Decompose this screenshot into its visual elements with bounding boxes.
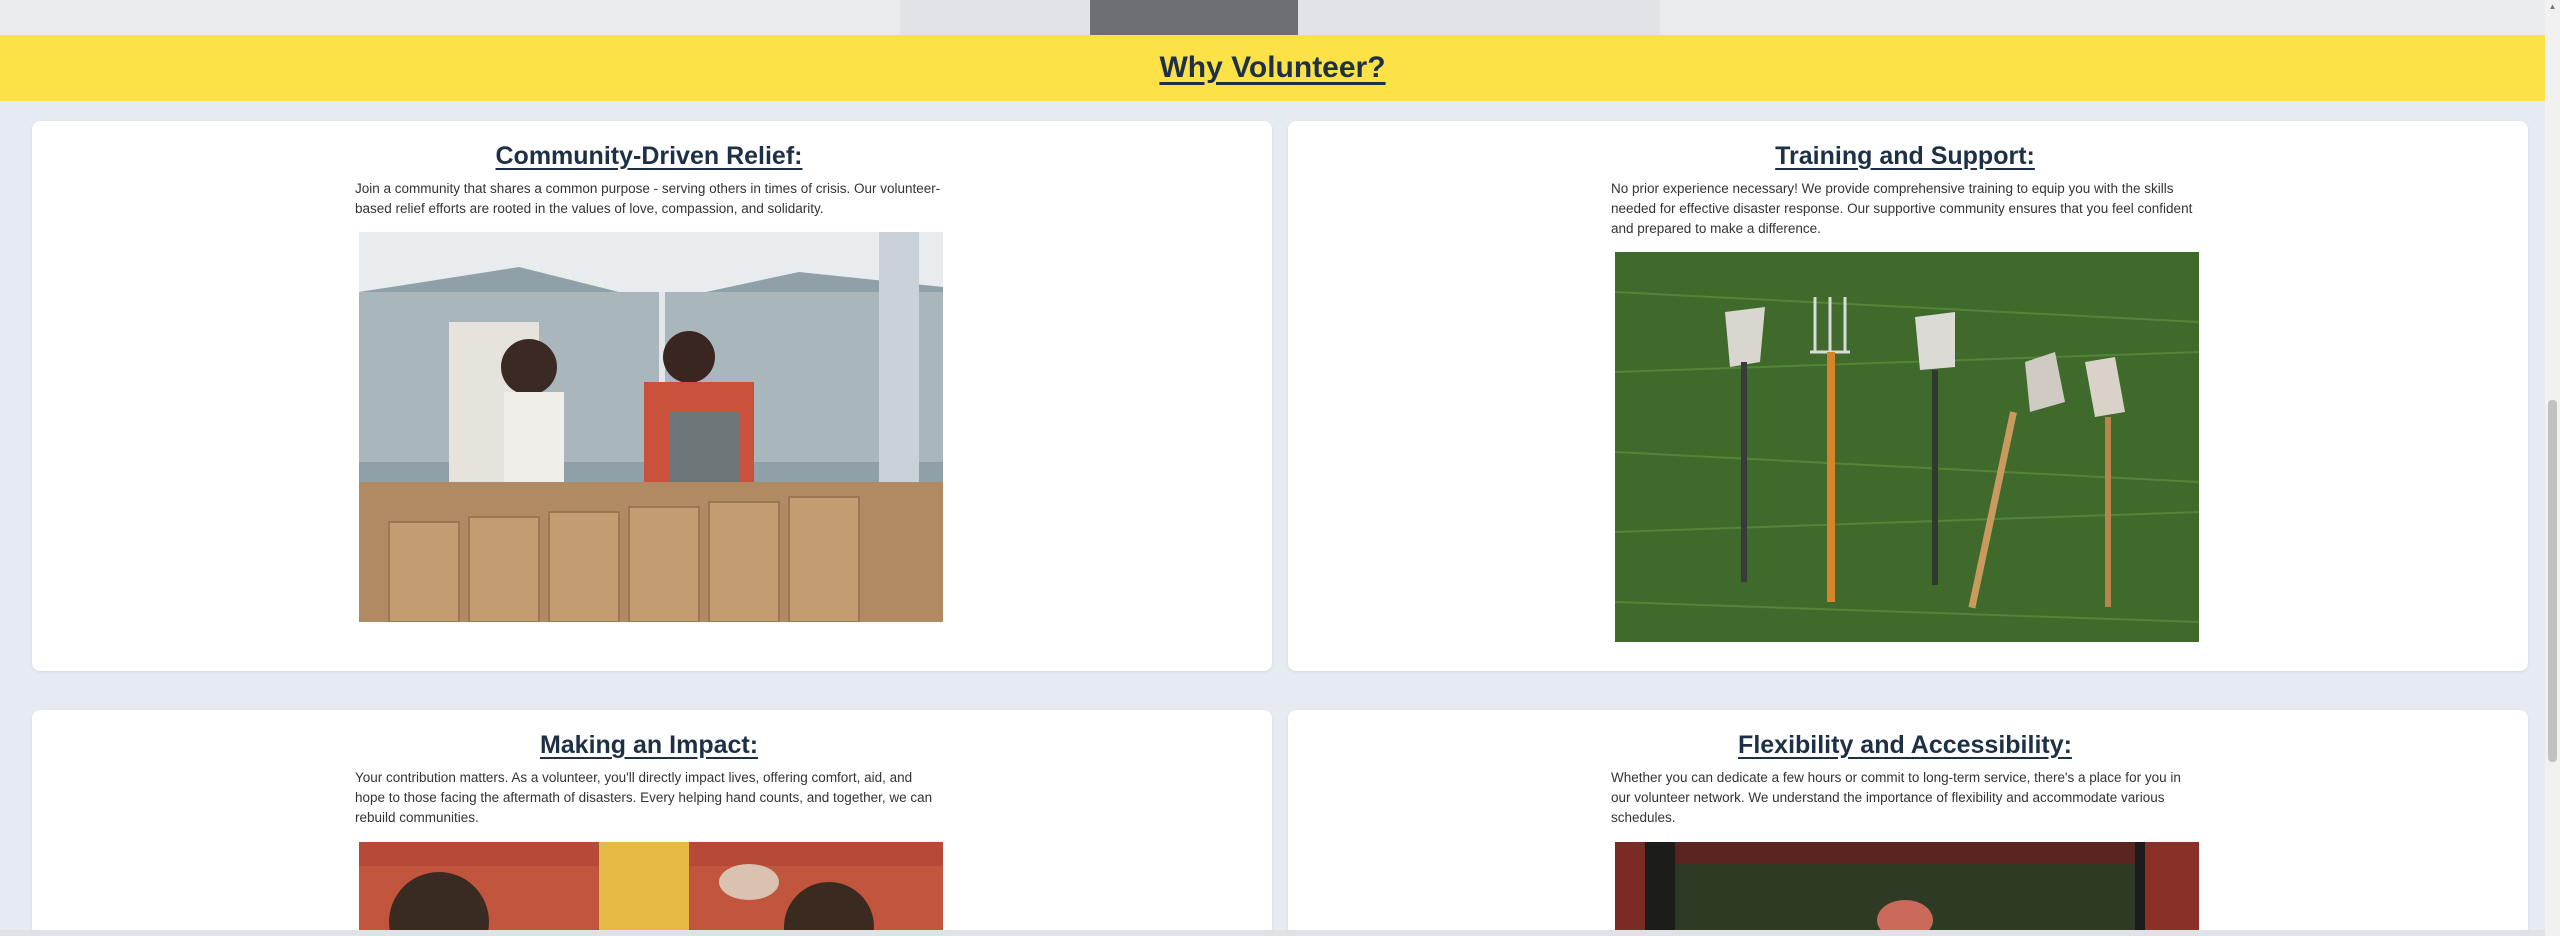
card-community-driven-relief: Community-Driven Relief: Join a communit…: [32, 121, 1272, 671]
card-title: Flexibility and Accessibility:: [1738, 731, 2072, 759]
card-body: Join a community that shares a common pu…: [355, 181, 941, 216]
card-title: Training and Support:: [1775, 142, 2035, 170]
why-volunteer-banner: Why Volunteer?: [0, 35, 2545, 101]
scrollbar-thumb[interactable]: [2548, 400, 2557, 762]
card-title: Making an Impact:: [539, 731, 759, 759]
garden-tools-on-grass-image: [1615, 252, 2199, 642]
horizontal-scrollbar[interactable]: [0, 930, 2545, 936]
card-body: Your contribution matters. As a voluntee…: [355, 770, 933, 825]
scroll-up-arrow-icon[interactable]: ▲: [2548, 2, 2557, 12]
volunteer-worker-image: [1615, 842, 2199, 936]
previous-section-edge: [0, 0, 2545, 35]
section-title: Why Volunteer?: [1159, 51, 1386, 84]
card-body: No prior experience necessary! We provid…: [1611, 181, 2193, 236]
food-bank-volunteers-image: [359, 232, 943, 622]
card-body: Whether you can dedicate a few hours or …: [1611, 770, 2181, 825]
previous-image-edge: [1090, 0, 1298, 35]
children-hands-image: [359, 842, 943, 936]
card-training-and-support: Training and Support: No prior experienc…: [1288, 121, 2528, 671]
card-making-an-impact: Making an Impact: Your contribution matt…: [32, 710, 1272, 936]
card-flexibility-and-accessibility: Flexibility and Accessibility: Whether y…: [1288, 710, 2528, 936]
card-title: Community-Driven Relief:: [495, 142, 803, 170]
